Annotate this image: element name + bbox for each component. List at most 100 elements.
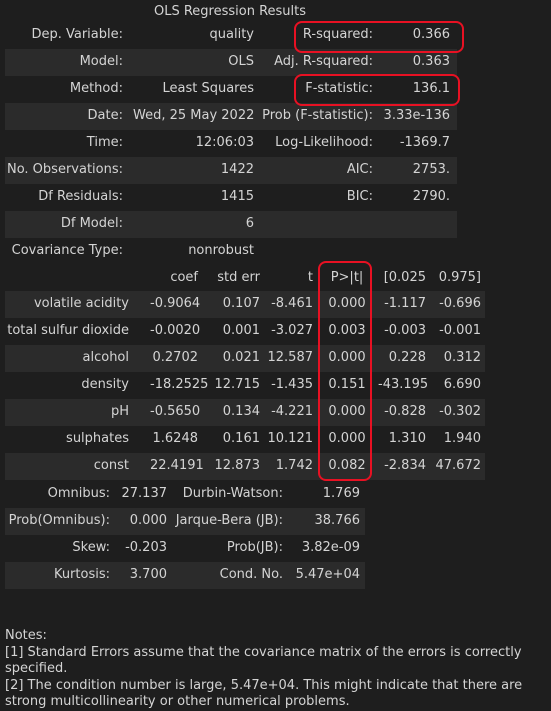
variable-name: alcohol <box>82 350 129 365</box>
diagnostics-label: Durbin-Watson: <box>182 486 283 501</box>
summary-value: Wed, 25 May 2022 <box>133 108 255 123</box>
summary-value: 6 <box>245 216 254 231</box>
summary-row: Model: OLS Adj. R-squared: 0.363 <box>5 49 457 76</box>
coefficient-cell: -1.435 <box>271 377 313 392</box>
notes-heading: Notes: <box>5 628 47 643</box>
diagnostics-label: Skew: <box>72 540 110 555</box>
summary-label: Date: <box>87 108 123 123</box>
diagnostics-value: 1.769 <box>322 486 360 501</box>
summary-label: Method: <box>69 81 123 96</box>
column-header: coef <box>170 270 198 285</box>
diagnostics-label: Jarque-Bera (JB): <box>175 513 283 528</box>
diagnostics-value: 5.47e+04 <box>295 567 360 582</box>
coefficient-cell: 0.001 <box>222 323 260 338</box>
coefficient-cell: 10.121 <box>267 431 314 446</box>
summary-label: F-statistic: <box>305 81 373 96</box>
coefficient-cell: 0.021 <box>222 350 260 365</box>
diagnostics-label: Prob(JB): <box>226 540 283 555</box>
variable-name: volatile acidity <box>33 296 129 311</box>
diagnostics-label: Prob(Omnibus): <box>8 513 110 528</box>
coefficient-row: volatile acidity -0.9064 0.107 -8.461 0.000 -… <box>5 291 485 318</box>
column-header: 0.975] <box>438 270 481 285</box>
summary-label: Time: <box>86 135 123 150</box>
summary-row: Df Residuals: 1415 BIC: 2790. <box>5 184 457 211</box>
coefficient-cell: 0.151 <box>328 377 366 392</box>
summary-label: Prob (F-statistic): <box>262 108 373 123</box>
coefficient-row: alcohol 0.2702 0.021 12.587 0.000 0.228 0.312 <box>5 345 485 372</box>
coefficient-cell: 1.310 <box>388 431 426 446</box>
summary-row: Method: Least Squares F-statistic: 136.1 <box>5 76 457 103</box>
note-2-continued: strong multicollinearity or other numeri… <box>5 694 350 709</box>
summary-value: quality <box>209 27 254 42</box>
coefficient-cell: 0.000 <box>328 404 366 419</box>
summary-value: 1422 <box>220 162 254 177</box>
diagnostics-label: Kurtosis: <box>53 567 110 582</box>
summary-value: 136.1 <box>412 81 450 96</box>
summary-value <box>381 211 450 236</box>
variable-name: const <box>93 458 129 473</box>
coefficient-cell: 0.082 <box>328 458 366 473</box>
summary-value: nonrobust <box>188 243 254 258</box>
summary-row: Dep. Variable: quality R-squared: 0.366 <box>5 22 457 49</box>
summary-label: Dep. Variable: <box>31 27 123 42</box>
variable-name: density <box>81 377 129 392</box>
summary-row: Time: 12:06:03 Log-Likelihood: -1369.7 <box>5 130 457 157</box>
coefficient-cell: 0.000 <box>328 296 366 311</box>
coefficient-cell: 0.312 <box>443 350 481 365</box>
coefficient-cell: -0.001 <box>439 323 481 338</box>
summary-value <box>381 238 450 263</box>
summary-label: BIC: <box>346 189 373 204</box>
diagnostics-value: -0.203 <box>125 540 167 555</box>
coefficient-cell: 0.161 <box>222 431 260 446</box>
summary-label: R-squared: <box>302 27 373 42</box>
coefficient-row: sulphates 1.6248 0.161 10.121 0.000 1.310 1.94… <box>5 426 485 453</box>
coefficient-cell: -3.027 <box>271 323 313 338</box>
diagnostics-row: Omnibus: 27.137 Durbin-Watson: 1.769 <box>5 481 365 508</box>
coefficient-cell: 12.587 <box>267 350 314 365</box>
diagnostics-row: Kurtosis: 3.700 Cond. No. 5.47e+04 <box>5 562 365 589</box>
coefficient-cell: -0.0020 <box>150 323 201 338</box>
summary-label: Model: <box>79 54 123 69</box>
diagnostics-value: 0.000 <box>129 513 167 528</box>
coefficient-row: const 22.4191 12.873 1.742 0.082 -2.834 47.672 <box>5 453 485 480</box>
summary-label: AIC: <box>346 162 373 177</box>
summary-value: 12:06:03 <box>195 135 254 150</box>
diagnostics-value: 27.137 <box>121 486 168 501</box>
summary-value: 2790. <box>412 189 450 204</box>
variable-name: sulphates <box>66 431 129 446</box>
column-header: std err <box>217 270 260 285</box>
coefficient-cell: -18.2525 <box>150 377 209 392</box>
coefficient-cell: 0.107 <box>222 296 260 311</box>
summary-value: 1415 <box>220 189 254 204</box>
coefficient-row: pH -0.5650 0.134 -4.221 0.000 -0.828 -0.302 <box>5 399 485 426</box>
summary-value: 2753. <box>412 162 450 177</box>
summary-value: 3.33e-136 <box>383 108 450 123</box>
variable-name: total sulfur dioxide <box>7 323 129 338</box>
coefficient-cell: -0.9064 <box>150 296 201 311</box>
coefficient-row: total sulfur dioxide -0.0020 0.001 -3.027 0.… <box>5 318 485 345</box>
coefficient-cell: -43.195 <box>378 377 429 392</box>
summary-row: Date: Wed, 25 May 2022 Prob (F-statistic):… <box>5 103 457 130</box>
summary-label: Df Residuals: <box>38 189 123 204</box>
coefficient-cell: -0.696 <box>439 296 481 311</box>
diagnostics-label: Cond. No. <box>219 567 283 582</box>
summary-row: Df Model: 6 <box>5 211 457 238</box>
column-header: P>|t| <box>330 270 364 285</box>
coefficient-cell: -0.302 <box>439 404 481 419</box>
coefficient-cell: 0.003 <box>328 323 366 338</box>
coefficient-cell: 0.134 <box>222 404 260 419</box>
summary-value: 0.363 <box>412 54 450 69</box>
column-header: [0.025 <box>383 270 426 285</box>
summary-label: Df Model: <box>60 216 123 231</box>
coefficient-cell: 1.940 <box>443 431 481 446</box>
summary-label: Log-Likelihood: <box>275 135 373 150</box>
note-2: [2] The condition number is large, 5.47e… <box>5 677 523 693</box>
coefficient-cell: -8.461 <box>271 296 313 311</box>
summary-value: -1369.7 <box>399 135 450 150</box>
coefficient-cell: 12.715 <box>214 377 261 392</box>
summary-row: Covariance Type: nonrobust <box>5 238 457 265</box>
table-title: OLS Regression Results <box>153 4 307 19</box>
summary-row: No. Observations: 1422 AIC: 2753. <box>5 157 457 184</box>
coefficient-cell: 0.2702 <box>152 350 199 365</box>
diagnostics-value: 38.766 <box>314 513 361 528</box>
